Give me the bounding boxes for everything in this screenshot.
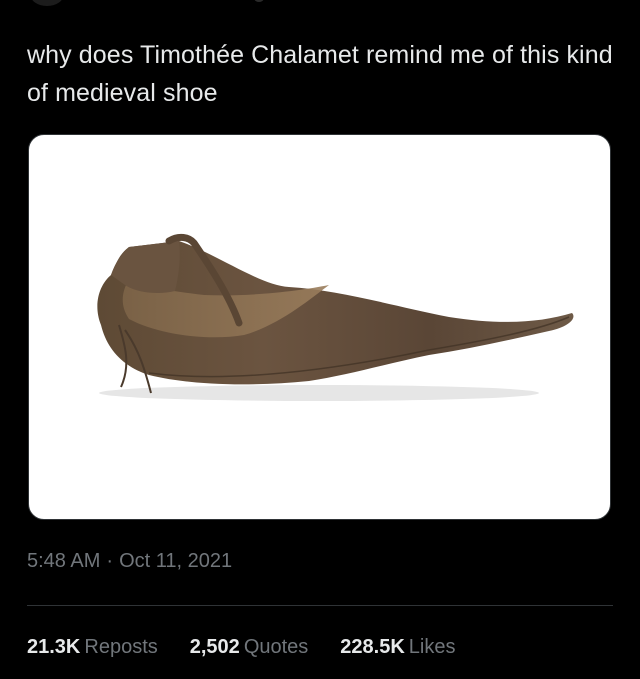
- tweet-text: why does Timothée Chalamet remind me of …: [27, 41, 613, 107]
- reposts-label: Reposts: [84, 636, 158, 658]
- medieval-shoe-image: [97, 233, 574, 401]
- quotes-stat[interactable]: 2,502 Quotes: [190, 636, 309, 659]
- tweet-time: 5:48 AM: [27, 550, 101, 572]
- avatar-fragment: [30, 0, 64, 6]
- header-icon-fragment: [254, 0, 264, 2]
- engagement-stats: 21.3K Reposts 2,502 Quotes 228.5K Likes: [27, 636, 456, 659]
- reposts-stat[interactable]: 21.3K Reposts: [27, 636, 158, 659]
- tweet-timestamp[interactable]: 5:48 AM · Oct 11, 2021: [27, 550, 232, 573]
- quotes-label: Quotes: [243, 636, 309, 658]
- quotes-count: 2,502: [189, 636, 240, 658]
- likes-label: Likes: [408, 636, 456, 658]
- reposts-count: 21.3K: [27, 636, 81, 658]
- divider: [27, 605, 613, 606]
- tweet-media-image[interactable]: [28, 134, 611, 520]
- likes-stat[interactable]: 228.5K Likes: [340, 636, 455, 659]
- likes-count: 228.5K: [340, 636, 405, 658]
- tweet-date: Oct 11, 2021: [119, 550, 233, 572]
- timestamp-separator: ·: [106, 550, 114, 572]
